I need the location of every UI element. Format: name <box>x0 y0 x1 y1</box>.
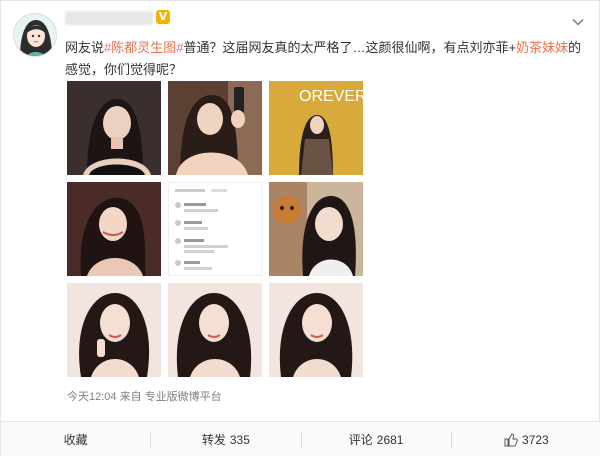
repost-count: 335 <box>229 432 250 447</box>
post-image-2[interactable] <box>168 81 262 175</box>
image-grid: OREVER <box>67 81 363 377</box>
author-name-blurred[interactable] <box>65 11 153 25</box>
favorite-button[interactable]: 收藏 <box>1 422 150 456</box>
post-source-link[interactable]: 专业版微博平台 <box>145 391 222 403</box>
post-via: 来自 <box>119 391 142 403</box>
like-button[interactable]: 3723 <box>452 422 600 456</box>
repost-label: 转发 <box>201 433 226 447</box>
post-image-8[interactable] <box>168 283 262 377</box>
mention-link[interactable]: 奶茶妹妹 <box>516 40 568 55</box>
photo-portrait-icon <box>269 182 363 276</box>
comment-label: 评论 <box>348 433 373 447</box>
comment-button[interactable]: 评论 2681 <box>302 422 451 456</box>
post-image-3[interactable]: OREVER <box>269 81 363 175</box>
photo-portrait-icon <box>67 283 161 377</box>
post-image-1[interactable] <box>67 81 161 175</box>
post-image-7[interactable] <box>67 283 161 377</box>
like-count: 3723 <box>522 432 549 447</box>
thumbs-up-icon <box>504 432 518 446</box>
post-image-9[interactable] <box>269 283 363 377</box>
photo-event-icon: OREVER <box>269 81 363 175</box>
post-image-4[interactable] <box>67 182 161 276</box>
photo-portrait-icon <box>168 81 262 175</box>
photo-portrait-icon <box>269 283 363 377</box>
verified-badge-icon: V <box>156 10 170 24</box>
photo-portrait-icon <box>67 81 161 175</box>
comment-count: 2681 <box>376 432 404 447</box>
photo-comment-screenshot-icon <box>169 183 261 275</box>
photo-portrait-icon <box>67 182 161 276</box>
repost-button[interactable]: 转发 335 <box>151 422 300 456</box>
action-bar: 收藏 转发 335 评论 2681 3723 <box>1 421 600 456</box>
author-avatar[interactable] <box>13 13 57 57</box>
post-image-5-comment-screenshot[interactable] <box>168 182 262 276</box>
weibo-post-card: V 网友说#陈都灵生图#普通？这届网友真的太严格了…这颜很仙啊，有点刘亦菲+奶茶… <box>0 0 600 456</box>
post-image-6[interactable] <box>269 182 363 276</box>
post-text-part: 普通？这届网友真的太严格了…这颜很仙啊，有点刘亦菲+ <box>183 40 517 55</box>
post-text: 网友说#陈都灵生图#普通？这届网友真的太严格了…这颜很仙啊，有点刘亦菲+奶茶妹妹… <box>65 37 585 81</box>
favorite-label: 收藏 <box>63 433 88 447</box>
topic-tag-link[interactable]: #陈都灵生图# <box>104 40 183 55</box>
event-backdrop-text: OREVER <box>299 88 363 105</box>
post-meta: 今天12:04 来自 专业版微博平台 <box>67 388 222 404</box>
post-time-link[interactable]: 今天12:04 <box>67 391 117 403</box>
avatar-illustration-icon <box>14 14 56 56</box>
post-text-part: 网友说 <box>65 40 105 55</box>
photo-portrait-icon <box>168 283 262 377</box>
chevron-down-icon[interactable] <box>571 15 585 29</box>
